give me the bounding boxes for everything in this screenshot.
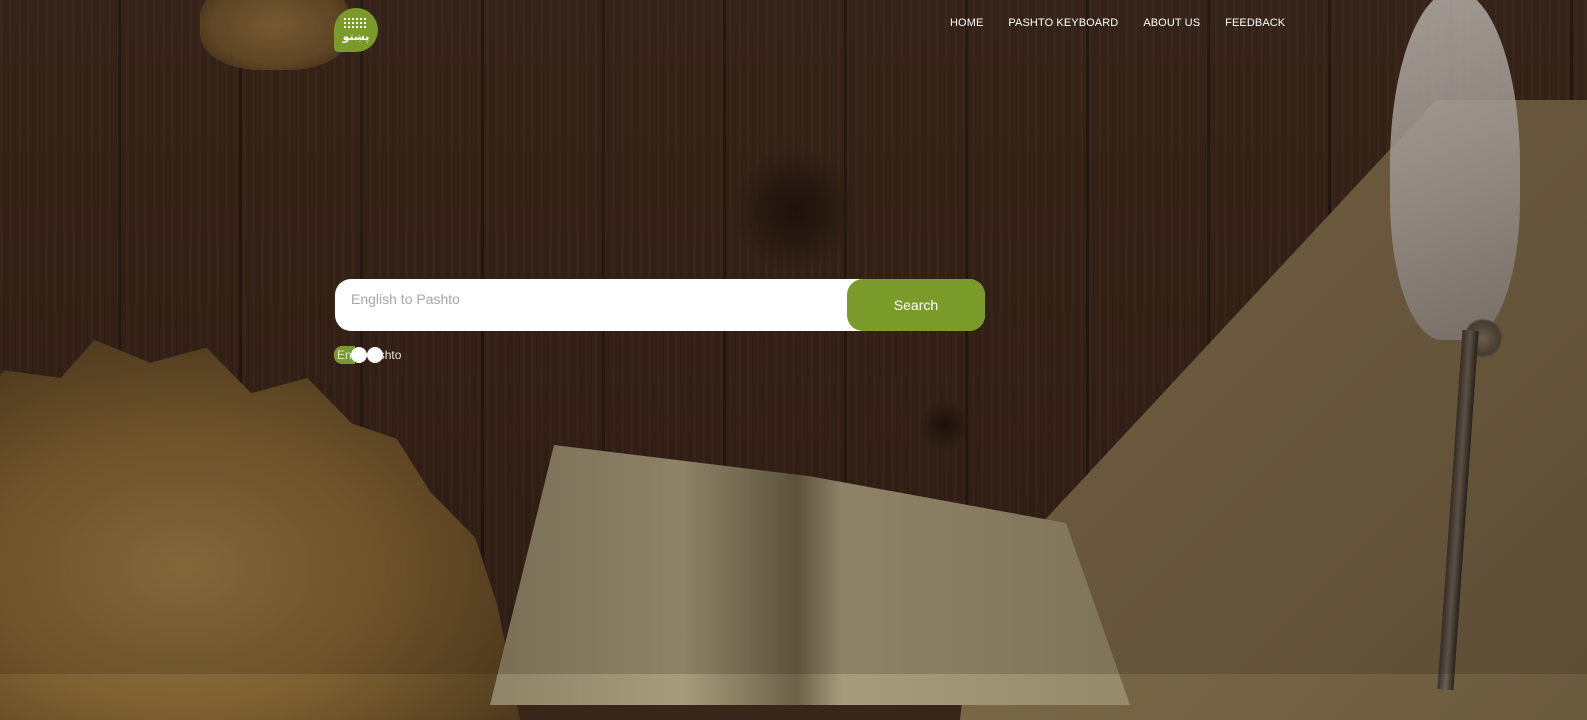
toggle-label-pashto: shto xyxy=(378,348,402,362)
search-button[interactable]: Search xyxy=(847,279,985,331)
logo-text: پښتو xyxy=(342,29,370,43)
site-logo[interactable]: پښتو xyxy=(334,8,378,52)
nav-pashto-keyboard[interactable]: PASHTO KEYBOARD xyxy=(1008,17,1118,29)
toggle-knob[interactable] xyxy=(350,347,367,363)
main-nav: HOME PASHTO KEYBOARD ABOUT US FEEDBACK xyxy=(950,17,1310,29)
background-overlay xyxy=(0,0,1587,674)
language-toggle[interactable]: En shto xyxy=(334,346,401,364)
nav-feedback[interactable]: FEEDBACK xyxy=(1225,17,1285,29)
nav-about-us[interactable]: ABOUT US xyxy=(1143,17,1200,29)
keyboard-icon xyxy=(344,17,368,29)
search-bar: Search xyxy=(335,279,985,331)
search-input[interactable] xyxy=(335,279,847,325)
nav-home[interactable]: HOME xyxy=(950,17,983,29)
